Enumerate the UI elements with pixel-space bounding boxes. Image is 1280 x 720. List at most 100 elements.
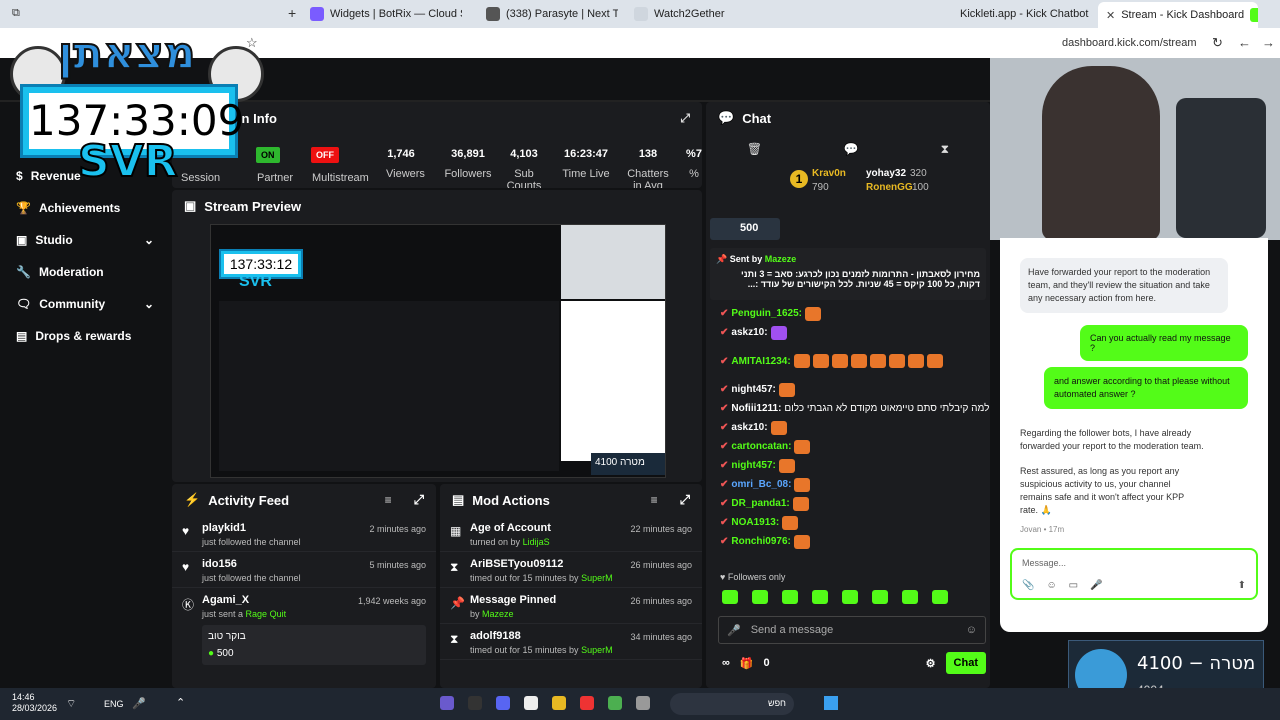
stream-preview-video[interactable]: 137:33:12 SVR 4100 מטרה xyxy=(210,224,666,478)
mod-action-user[interactable]: SuperM xyxy=(581,645,613,655)
chat-user[interactable]: night457: xyxy=(731,460,775,471)
clipboard-icon: ▤ xyxy=(452,492,465,507)
pinned-text: מחירון לסאבתון - התרומות לזמנים נכון לכר… xyxy=(741,269,980,289)
chat-messages: ✔ Penguin_1625: ✔ askz10: ✔ AMITAI1234: ✔ ni… xyxy=(706,304,990,566)
reload-icon[interactable]: ↻ xyxy=(1212,35,1223,51)
emoji-icon[interactable]: ☺ xyxy=(1046,580,1056,591)
emote-icon[interactable] xyxy=(752,590,768,604)
tab-kickleti[interactable]: Kickleti.app - Kick Chatbot and xyxy=(952,4,1092,24)
gif-icon[interactable]: ▭ xyxy=(1069,580,1078,591)
folder-icon[interactable] xyxy=(552,696,566,710)
emote-icon xyxy=(778,458,795,473)
tab-watch2gether[interactable]: Watch2Gether xyxy=(626,4,806,24)
trash-icon[interactable]: 🗑 xyxy=(747,142,762,156)
new-tab-button[interactable]: + xyxy=(288,5,296,21)
restore-window-icon[interactable]: ⧉ xyxy=(12,7,20,20)
app-icon[interactable] xyxy=(580,696,594,710)
mic-icon[interactable]: 🎤 xyxy=(1090,580,1102,591)
chat-message: ✔ omri_Bc_08: xyxy=(706,475,990,494)
emote-icon[interactable] xyxy=(842,590,858,604)
followers-only-text: Followers only xyxy=(727,572,786,582)
chat-user[interactable]: Nofiii1211: xyxy=(731,403,781,414)
viewer-count: 0 xyxy=(763,657,770,669)
stat-followers: 36,891 Followers xyxy=(443,148,493,180)
emote-icon xyxy=(869,354,886,368)
pinned-message[interactable]: 📌 Sent by Mazeze מחירון לסאבתון - התרומו… xyxy=(710,248,986,300)
emote-icon[interactable] xyxy=(812,590,828,604)
mic-icon[interactable]: 🎤 xyxy=(132,697,146,710)
sidebar-item-studio[interactable]: ▣ Studio ⌄ xyxy=(0,224,170,256)
caret-up-icon[interactable]: ⌃ xyxy=(176,696,185,709)
mod-action-user[interactable]: LidijaS xyxy=(523,537,550,547)
emote-icon xyxy=(926,354,943,368)
tab-youtube[interactable]: (338) Parasyte | Next To You xyxy=(478,4,618,24)
top-gifter-name[interactable]: RonenGG xyxy=(866,182,913,193)
media-icon[interactable] xyxy=(524,696,538,710)
expand-icon[interactable]: ⤢ xyxy=(680,111,690,126)
chat-user[interactable]: Ronchi0976: xyxy=(731,536,790,547)
sidebar-item-achievements[interactable]: 🏆 Achievements xyxy=(0,192,170,224)
filter-icon[interactable]: ≡ xyxy=(385,493,392,507)
app-icon[interactable] xyxy=(636,696,650,710)
chat-user[interactable]: askz10: xyxy=(731,422,767,433)
chat-user[interactable]: omri_Bc_08: xyxy=(731,479,791,490)
forward-icon[interactable]: → xyxy=(1262,35,1275,50)
wifi-icon[interactable]: ⌔ xyxy=(66,697,76,711)
emoji-icon[interactable]: ☺ xyxy=(966,624,977,636)
filter-icon[interactable]: ≡ xyxy=(651,493,658,507)
chrome-icon[interactable] xyxy=(608,696,622,710)
chat-send-button[interactable]: Chat xyxy=(945,652,986,674)
chat-user[interactable]: NOA1913: xyxy=(731,517,779,528)
overlay-tag: SVR xyxy=(77,135,179,188)
expand-icon[interactable]: ⤢ xyxy=(680,492,690,508)
multistream-badge[interactable]: OFF xyxy=(311,147,339,163)
start-icon[interactable] xyxy=(824,696,838,710)
gift-icon[interactable]: 🎁 xyxy=(740,657,754,670)
chat-user[interactable]: DR_panda1: xyxy=(731,498,789,509)
clock[interactable]: 14:46 28/03/2026 xyxy=(12,692,57,714)
infinity-icon[interactable]: ∞ xyxy=(722,657,730,669)
sidebar-item-label: Drops & rewards xyxy=(35,329,132,343)
close-icon[interactable]: ✕ xyxy=(1106,9,1115,22)
chat-user[interactable]: Penguin_1625: xyxy=(731,308,802,319)
discord-icon[interactable] xyxy=(496,696,510,710)
mod-action-user[interactable]: SuperM xyxy=(581,573,613,583)
emote-icon[interactable] xyxy=(722,590,738,604)
emote-icon[interactable] xyxy=(902,590,918,604)
language-indicator[interactable]: ENG xyxy=(104,699,124,709)
top-gifter-name[interactable]: yohay32 xyxy=(866,168,906,179)
emote-icon[interactable] xyxy=(872,590,888,604)
chat-input[interactable]: 🎤 Send a message ☺ xyxy=(718,616,986,644)
tab-kick-dashboard[interactable]: ✕ Stream - Kick Dashboard xyxy=(1098,2,1258,28)
pinned-user[interactable]: Mazeze xyxy=(765,254,797,264)
attach-icon[interactable]: 📎 xyxy=(1022,580,1034,591)
hourglass-icon: ⧗ xyxy=(450,560,459,574)
top-gifter-name[interactable]: Krav0n xyxy=(812,168,846,179)
chat-user[interactable]: askz10: xyxy=(731,327,767,338)
expand-icon[interactable]: ⤢ xyxy=(414,492,424,508)
taskbar-search[interactable]: חפש xyxy=(670,693,794,715)
send-icon[interactable]: ⬆ xyxy=(1238,580,1246,591)
chat-bubble-icon[interactable]: 💬 xyxy=(844,142,859,156)
tab-botrix[interactable]: Widgets | BotRix — Cloud Stre✕ xyxy=(302,4,462,24)
hourglass-icon[interactable]: ⧗ xyxy=(941,142,949,157)
mic-icon[interactable]: 🎤 xyxy=(727,624,741,637)
chat-settings-icon[interactable]: ⚙ xyxy=(926,657,936,670)
sidebar-item-community[interactable]: 🗨 Community ⌄ xyxy=(0,288,170,320)
sidebar-item-moderation[interactable]: 🔧 Moderation xyxy=(0,256,170,288)
stream-overlay-logo: מצאתן xyxy=(10,27,264,102)
support-message-input[interactable]: Message... 📎 ☺ ▭ 🎤 ⬆ xyxy=(1010,548,1258,600)
mod-action-user[interactable]: Mazeze xyxy=(482,609,514,619)
chat-user[interactable]: AMITAI1234: xyxy=(731,356,790,367)
url-text[interactable]: dashboard.kick.com/stream xyxy=(1062,37,1197,49)
emote-icon[interactable] xyxy=(932,590,948,604)
app-icon[interactable] xyxy=(440,696,454,710)
chat-user[interactable]: night457: xyxy=(731,384,775,395)
activity-desc-text: just sent a xyxy=(202,609,244,619)
back-icon[interactable]: ← xyxy=(1238,35,1251,50)
activity-feed-panel: ⚡ Activity Feed ≡ ⤢ ♥ playkid1 just followed … xyxy=(172,484,436,688)
chat-user[interactable]: cartoncatan: xyxy=(731,441,791,452)
app-icon[interactable] xyxy=(468,696,482,710)
sidebar-item-drops[interactable]: ▤ Drops & rewards xyxy=(0,320,170,352)
emote-icon[interactable] xyxy=(782,590,798,604)
